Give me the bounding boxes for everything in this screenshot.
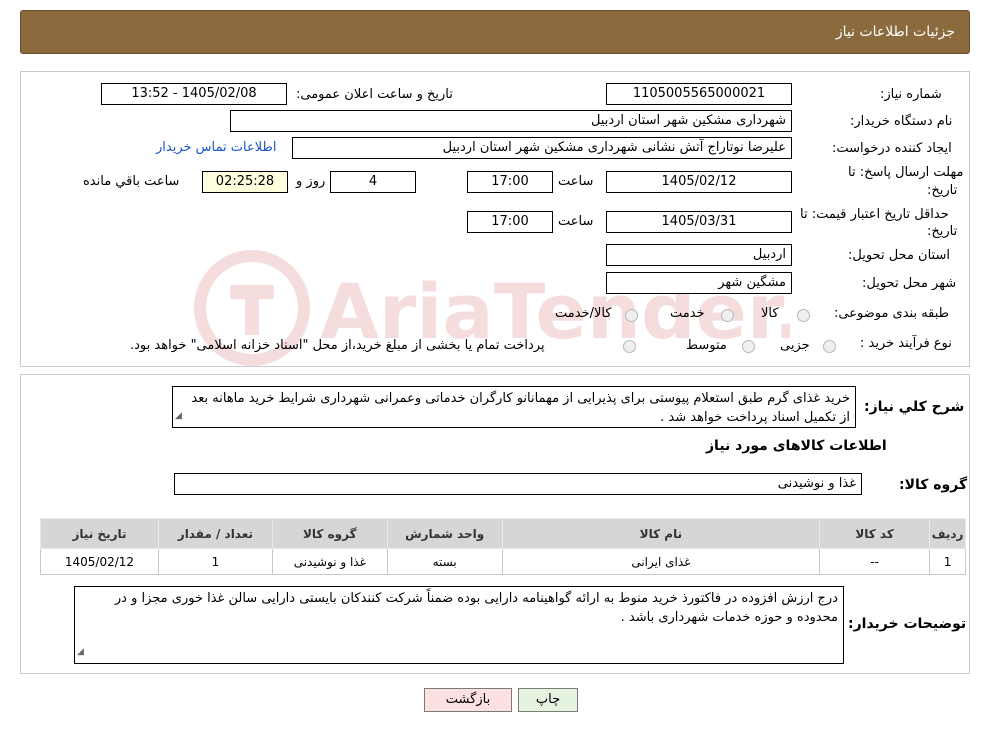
purchase-medium-radio[interactable] <box>742 340 755 353</box>
category-option-service: خدمت <box>670 306 705 321</box>
cell-unit: بسته <box>386 548 503 575</box>
buyer-notes-label: توضیحات خریدار: <box>848 616 967 632</box>
col-row-number: ردیف <box>929 518 966 549</box>
cell-row-number: 1 <box>929 548 966 575</box>
table-header-row: ردیف کد کالا نام کالا واحد شمارش گروه کا… <box>40 518 966 549</box>
col-need-date: تاریخ نیاز <box>40 518 159 549</box>
city-field: مشگین شهر <box>606 272 792 294</box>
cell-goods-name: غذای ایرانی <box>501 548 821 575</box>
cell-goods-group: غذا و نوشیدنی <box>271 548 388 575</box>
need-number-field: 1105005565000021 <box>606 83 792 105</box>
purchase-minor-radio[interactable] <box>823 340 836 353</box>
purchase-option-medium: متوسط <box>686 338 727 353</box>
deadline-date-field: 1405/02/12 <box>606 171 792 193</box>
province-field: اردبیل <box>606 244 792 266</box>
cell-need-date: 1405/02/12 <box>40 548 159 575</box>
col-goods-code: کد کالا <box>819 518 931 549</box>
buyer-notes-text: درج ارزش افزوده در فاکتورذ خرید منوط به … <box>114 591 838 625</box>
buyer-org-label: نام دستگاه خریدار: <box>850 114 953 129</box>
deadline-time-field: 17:00 <box>467 171 553 193</box>
remaining-label: ساعت باقي مانده <box>83 174 180 189</box>
buyer-org-field: شهرداری مشکین شهر استان اردبیل <box>230 110 792 132</box>
validity-label-date: تاریخ: <box>927 224 958 239</box>
deadline-label-date: تاریخ: <box>927 183 958 198</box>
announce-date-field: 1405/02/08 - 13:52 <box>101 83 287 105</box>
goods-table: ردیف کد کالا نام کالا واحد شمارش گروه کا… <box>40 518 966 575</box>
goods-group-label: گروه کالا: <box>899 477 968 493</box>
description-text: خرید غذای گرم طبق استعلام پیوستی برای پذ… <box>191 391 850 425</box>
buyer-notes-textarea: درج ارزش افزوده در فاکتورذ خرید منوط به … <box>74 586 844 664</box>
goods-section-title: اطلاعات کالاهای مورد نیاز <box>706 438 887 454</box>
requester-label: ایجاد کننده درخواست: <box>832 141 952 156</box>
back-button[interactable]: بازگشت <box>424 688 512 712</box>
deadline-label: مهلت ارسال پاسخ: تا <box>848 165 964 180</box>
category-label: طبقه بندی موضوعی: <box>834 306 950 321</box>
purchase-type-label: نوع فرآیند خرید : <box>860 336 952 351</box>
category-goods-service-radio[interactable] <box>625 309 638 322</box>
resize-grip-icon[interactable]: ◢ <box>77 643 84 662</box>
goods-group-field: غذا و نوشیدنی <box>174 473 862 495</box>
validity-date-field: 1405/03/31 <box>606 211 792 233</box>
city-label: شهر محل تحویل: <box>862 276 957 291</box>
validity-label: حداقل تاریخ اعتبار قیمت: تا <box>800 207 949 222</box>
cell-quantity: 1 <box>157 548 273 575</box>
validity-time-field: 17:00 <box>467 211 553 233</box>
col-unit: واحد شمارش <box>386 518 503 549</box>
category-option-goods-service: کالا/خدمت <box>555 306 612 321</box>
treasury-bonds-note: پرداخت تمام یا بخشی از مبلغ خرید،از محل … <box>130 338 545 353</box>
category-goods-radio[interactable] <box>797 309 810 322</box>
province-label: استان محل تحویل: <box>848 248 950 263</box>
purchase-option-minor: جزیی <box>780 338 810 353</box>
col-goods-name: نام کالا <box>501 518 821 549</box>
description-textarea: خرید غذای گرم طبق استعلام پیوستی برای پذ… <box>172 386 856 428</box>
cell-goods-code: -- <box>819 548 931 575</box>
treasury-bonds-radio[interactable] <box>623 340 636 353</box>
resize-grip-icon[interactable]: ◢ <box>175 407 182 426</box>
days-label: روز و <box>296 174 326 189</box>
col-goods-group: گروه کالا <box>271 518 388 549</box>
page-title: جزئیات اطلاعات نیاز <box>835 24 955 40</box>
days-remaining-field: 4 <box>330 171 416 193</box>
validity-hour-label: ساعت <box>558 214 594 229</box>
need-number-label: شماره نیاز: <box>880 87 942 102</box>
print-button[interactable]: چاپ <box>518 688 578 712</box>
remaining-time-field: 02:25:28 <box>202 171 288 193</box>
col-quantity: تعداد / مقدار <box>157 518 273 549</box>
requester-field: علیرضا نوتاراج آتش نشانی شهرداری مشکین ش… <box>292 137 792 159</box>
table-row: 1 -- غذای ایرانی بسته غذا و نوشیدنی 1 14… <box>40 548 966 575</box>
category-service-radio[interactable] <box>721 309 734 322</box>
description-label: شرح کلي نياز: <box>864 399 965 415</box>
deadline-hour-label: ساعت <box>558 174 594 189</box>
announce-date-label: تاریخ و ساعت اعلان عمومی: <box>296 87 453 102</box>
buyer-contact-link[interactable]: اطلاعات تماس خریدار <box>156 140 276 155</box>
category-option-goods: کالا <box>761 306 779 321</box>
page-header: جزئیات اطلاعات نیاز <box>20 10 970 54</box>
